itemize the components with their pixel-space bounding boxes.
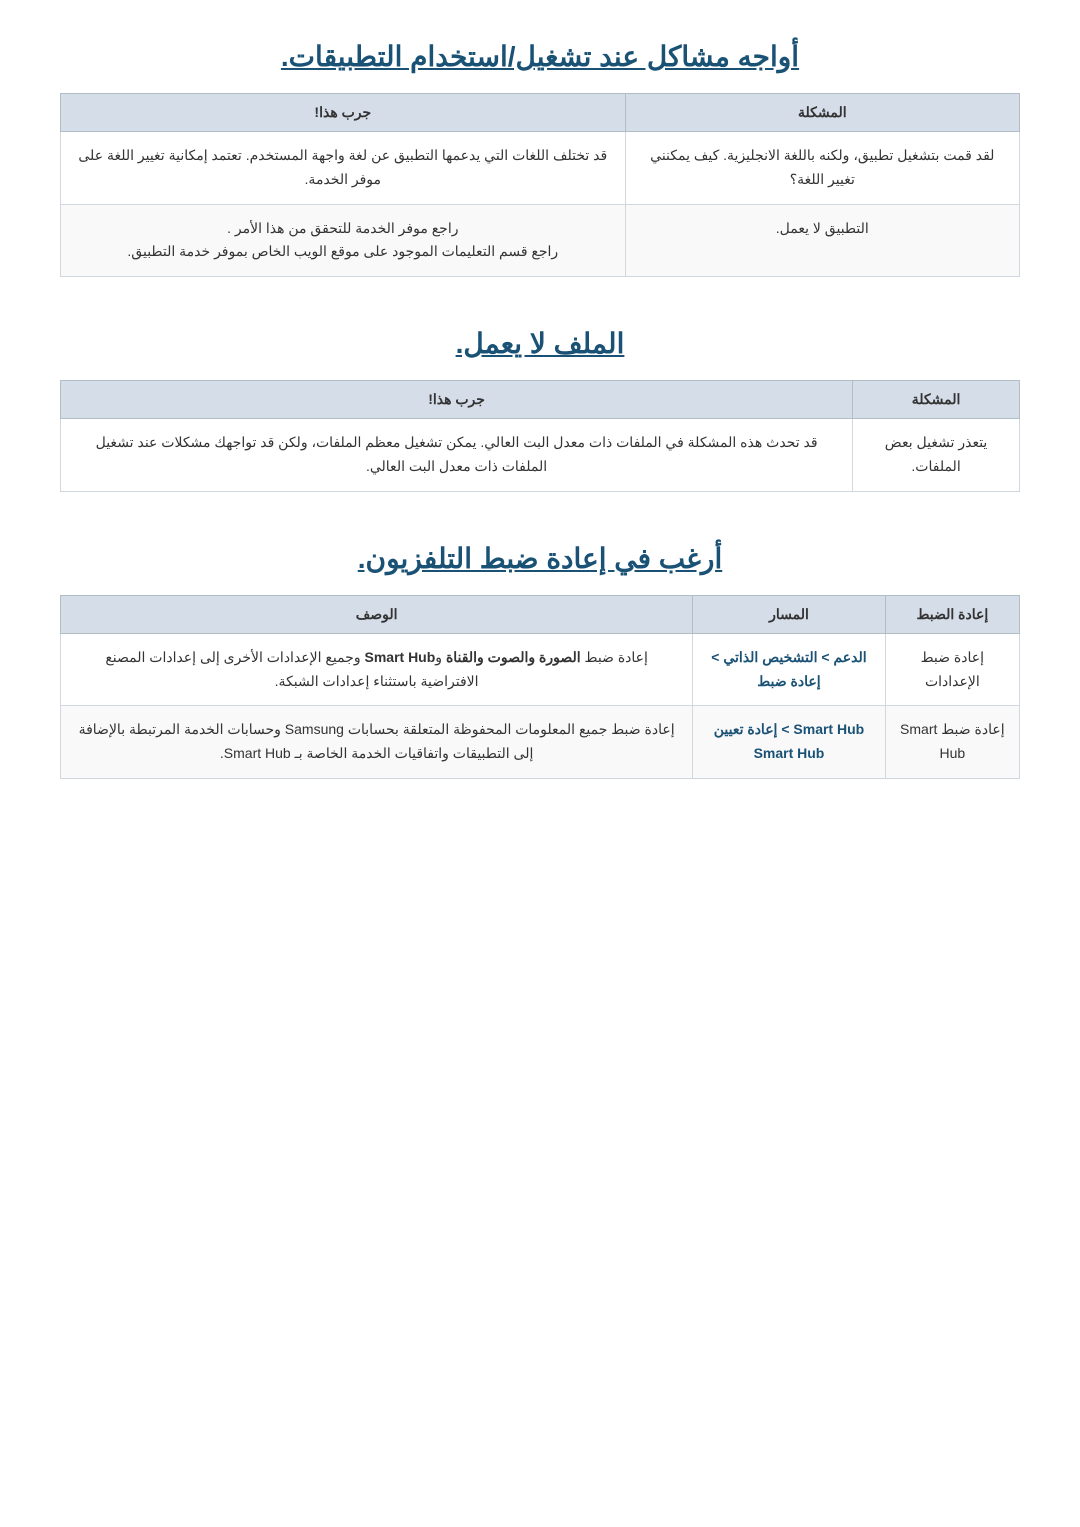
section3-header-desc: الوصف	[61, 595, 693, 633]
section1-row1-problem: لقد قمت بتشغيل تطبيق، ولكنه باللغة الانج…	[625, 132, 1019, 205]
section2-title: الملف لا يعمل.	[60, 327, 1020, 360]
section3-row1-desc: إعادة ضبط الصورة والصوت والقناة وSmart H…	[61, 633, 693, 706]
section-file-problems: الملف لا يعمل. المشكلة جرب هذا! يتعذر تش…	[60, 327, 1020, 492]
section1-row2-solution: راجع موفر الخدمة للتحقق من هذا الأمر . ر…	[61, 204, 626, 277]
section2-row1-solution: قد تحدث هذه المشكلة في الملفات ذات معدل …	[61, 419, 853, 492]
section2-header-problem: المشكلة	[853, 381, 1020, 419]
section1-row1-solution: قد تختلف اللغات التي يدعمها التطبيق عن ل…	[61, 132, 626, 205]
section3-title: أرغب في إعادة ضبط التلفزيون.	[60, 542, 1020, 575]
table-row: التطبيق لا يعمل. راجع موفر الخدمة للتحقق…	[61, 204, 1020, 277]
section3-row1-desc-bold1: الصورة والصوت والقناة	[446, 649, 581, 665]
section2-table: المشكلة جرب هذا! يتعذر تشغيل بعض الملفات…	[60, 380, 1020, 492]
section1-header-problem: المشكلة	[625, 94, 1019, 132]
table-row: إعادة ضبط الإعدادات الدعم > التشخيص الذا…	[61, 633, 1020, 706]
section3-row1-path: الدعم > التشخيص الذاتي > إعادة ضبط	[693, 633, 885, 706]
section1-header-solution: جرب هذا!	[61, 94, 626, 132]
section1-table: المشكلة جرب هذا! لقد قمت بتشغيل تطبيق، و…	[60, 93, 1020, 277]
section3-header-reset: إعادة الضبط	[885, 595, 1019, 633]
table-row: يتعذر تشغيل بعض الملفات. قد تحدث هذه الم…	[61, 419, 1020, 492]
section-app-problems: أواجه مشاكل عند تشغيل/استخدام التطبيقات.…	[60, 40, 1020, 277]
section2-row1-problem: يتعذر تشغيل بعض الملفات.	[853, 419, 1020, 492]
section3-row2-path: Smart Hub > إعادة تعيين Smart Hub	[693, 706, 885, 779]
section1-row2-problem: التطبيق لا يعمل.	[625, 204, 1019, 277]
section1-row2-solution-line1: راجع موفر الخدمة للتحقق من هذا الأمر .	[227, 220, 458, 236]
section3-row2-reset: إعادة ضبط Smart Hub	[885, 706, 1019, 779]
section3-row1-desc-bold2: Smart Hub	[365, 649, 436, 665]
section1-title: أواجه مشاكل عند تشغيل/استخدام التطبيقات.	[60, 40, 1020, 73]
section3-row1-path-bold: الدعم > التشخيص الذاتي > إعادة ضبط	[711, 649, 866, 689]
section3-row1-reset: إعادة ضبط الإعدادات	[885, 633, 1019, 706]
section3-table: إعادة الضبط المسار الوصف إعادة ضبط الإعد…	[60, 595, 1020, 779]
section1-row2-solution-line2: راجع قسم التعليمات الموجود على موقع الوي…	[127, 243, 558, 259]
section2-header-solution: جرب هذا!	[61, 381, 853, 419]
table-row: لقد قمت بتشغيل تطبيق، ولكنه باللغة الانج…	[61, 132, 1020, 205]
section3-row2-path-bold: Smart Hub > إعادة تعيين Smart Hub	[714, 721, 864, 761]
section3-row2-desc: إعادة ضبط جميع المعلومات المحفوظة المتعل…	[61, 706, 693, 779]
table-row: إعادة ضبط Smart Hub Smart Hub > إعادة تع…	[61, 706, 1020, 779]
section3-header-path: المسار	[693, 595, 885, 633]
section-reset-tv: أرغب في إعادة ضبط التلفزيون. إعادة الضبط…	[60, 542, 1020, 779]
